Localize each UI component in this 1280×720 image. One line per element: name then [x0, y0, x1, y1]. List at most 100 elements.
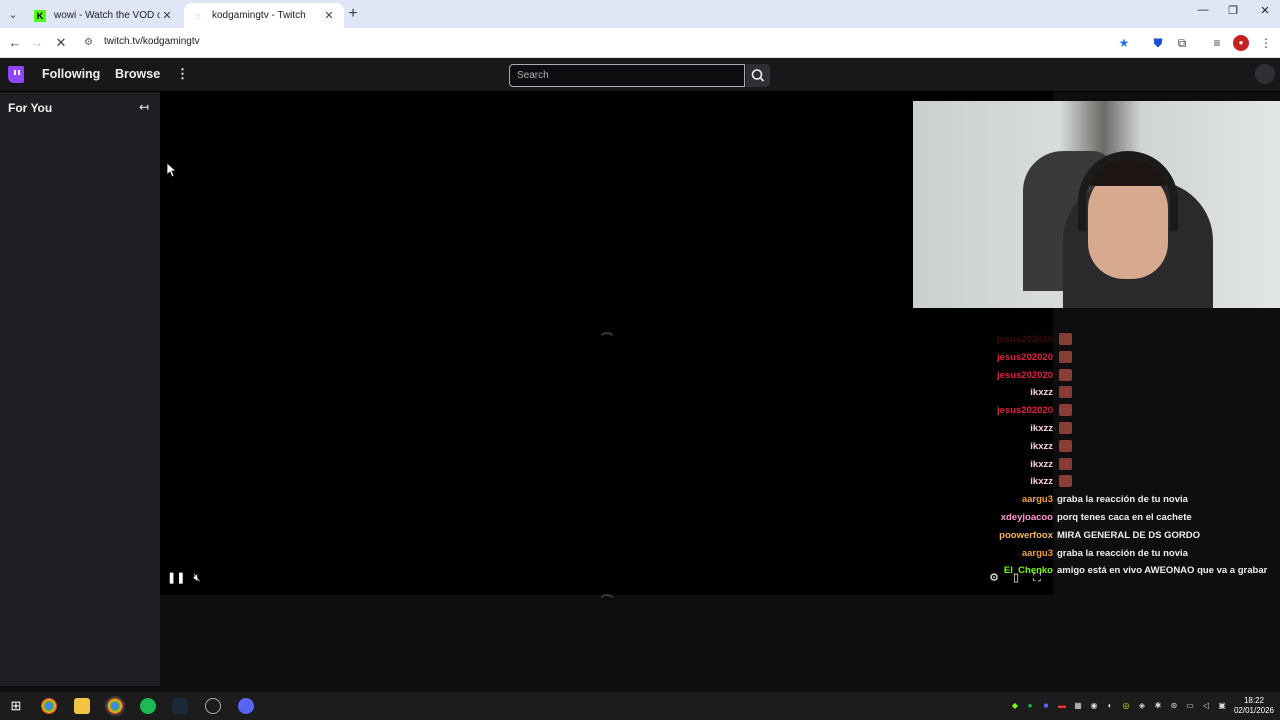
chat-username[interactable]: jesus202020 — [997, 334, 1053, 345]
nav-browse[interactable]: Browse — [115, 67, 160, 81]
chat-emote-icon — [1059, 333, 1072, 345]
tray-app-icon[interactable]: ✱ — [1153, 701, 1163, 711]
address-bar[interactable] — [80, 31, 1140, 55]
extensions-puzzle-icon[interactable]: ⧉ — [1174, 35, 1190, 51]
site-info-icon[interactable]: ⚙ — [84, 37, 93, 48]
search-icon — [751, 69, 765, 82]
chat-message: ikxzz — [940, 474, 1280, 490]
chat-emote-icon — [1059, 439, 1072, 452]
clock-date: 02/01/2026 — [1233, 706, 1275, 715]
stop-loading-icon[interactable]: ✕ — [52, 34, 70, 52]
more-options-icon[interactable]: ⋮ — [176, 66, 189, 82]
profile-avatar-icon[interactable]: ● — [1233, 35, 1249, 51]
chat-message-text: graba la reacción de tu novia — [1057, 494, 1188, 506]
windows-start-icon[interactable]: ⊞ — [8, 698, 24, 714]
close-window-icon[interactable]: ✕ — [1250, 4, 1280, 17]
chat-message: jesus202020 — [940, 350, 1280, 366]
tray-app-icon[interactable]: ⊛ — [1169, 701, 1179, 711]
webcam-overlay — [913, 101, 1280, 308]
collapse-sidebar-icon[interactable]: ↤ — [136, 100, 152, 114]
chat-emote-icon — [1059, 368, 1072, 381]
browser-menu-icon[interactable]: ⋮ — [1258, 35, 1274, 51]
chat-username[interactable]: poowerfoox — [999, 530, 1053, 541]
browser-toolbar: ← → ✕ ⚙ twitch.tv/kodgamingtv ★ ⛊ ⧉ ≡ ● … — [0, 28, 1280, 58]
chat-message-text: graba la reacción de tu novia — [1057, 547, 1188, 559]
tab-search-chevron-icon[interactable]: ⌄ — [4, 5, 22, 23]
chat-emote-icon — [1059, 457, 1072, 470]
chat-username[interactable]: jesus202020 — [997, 370, 1053, 381]
chrome-active-icon[interactable] — [105, 696, 125, 716]
tray-discord-icon[interactable]: ◉ — [1089, 701, 1099, 711]
user-avatar[interactable] — [1255, 64, 1275, 84]
chat-username[interactable]: ikxzz — [1030, 441, 1053, 452]
volume-icon[interactable]: ◁ — [1201, 701, 1211, 711]
notification-icon[interactable]: ▣ — [1217, 701, 1227, 711]
file-explorer-icon[interactable] — [74, 698, 90, 714]
theatre-mode-icon[interactable]: ▯ — [1008, 570, 1024, 586]
kick-favicon-icon: K — [34, 9, 46, 22]
windows-taskbar: ⊞ ◆ ● ■ ▬ ▦ ◉ ◐ ◎ ◈ ✱ ⊛ ▭ ◁ ▣ — [0, 692, 1280, 720]
chat-message-text: MIRA GENERAL DE DS GORDO — [1057, 529, 1201, 541]
chat-message: ikxzz — [940, 421, 1280, 437]
bookmark-star-icon[interactable]: ★ — [1116, 35, 1132, 51]
chat-emote-icon — [1059, 350, 1072, 363]
nav-following[interactable]: Following — [42, 67, 100, 81]
close-tab-icon[interactable]: ✕ — [160, 9, 174, 22]
settings-gear-icon[interactable]: ⚙ — [986, 570, 1002, 586]
tray-app-icon[interactable]: ◆ — [1010, 701, 1020, 711]
chat-message: aargu3 graba la reacción de tu novia — [940, 492, 1280, 508]
back-icon[interactable]: ← — [6, 34, 24, 52]
close-tab-icon[interactable]: ✕ — [322, 9, 336, 22]
taskbar-clock[interactable]: 18:22 02/01/2026 — [1232, 696, 1276, 716]
chat-message: ikxzz — [940, 457, 1280, 473]
search-button[interactable] — [746, 64, 770, 87]
sidebar-title: For You — [8, 101, 53, 115]
pause-icon[interactable]: ❚❚ — [167, 570, 185, 586]
chat-username[interactable]: ikxzz — [1030, 423, 1053, 434]
search-input[interactable] — [509, 64, 745, 87]
url-text[interactable]: twitch.tv/kodgamingtv — [104, 36, 200, 47]
forward-icon[interactable]: → — [28, 34, 46, 52]
network-icon[interactable]: ▭ — [1185, 701, 1195, 711]
minimize-icon[interactable]: — — [1188, 4, 1218, 16]
chat-message-text: porq tenes caca en el cachete — [1057, 512, 1192, 523]
obs-icon[interactable] — [205, 698, 221, 714]
browser-tab-bar: ⌄ K wowi - Watch the VOD on Kick ✕ ◌ kod… — [0, 0, 1280, 28]
chat-username[interactable]: ikxzz — [1030, 387, 1053, 398]
tray-steam-icon[interactable]: ◈ — [1137, 701, 1147, 711]
loading-spinner-icon — [598, 332, 616, 350]
mute-icon[interactable]: 🔇︎ — [189, 570, 205, 586]
chat-username[interactable]: ikxzz — [1030, 459, 1053, 470]
chat-username[interactable]: jesus202020 — [997, 405, 1053, 416]
chat-username[interactable]: xdeyjoacoo — [1001, 512, 1053, 523]
chat-message: xdeyjoacoo porq tenes caca en el cachete — [940, 510, 1280, 526]
twitch-logo-icon[interactable] — [8, 66, 24, 83]
chat-username[interactable]: aargu3 — [1022, 548, 1053, 559]
tray-app-icon[interactable]: ■ — [1041, 701, 1051, 711]
spotify-icon[interactable] — [140, 698, 156, 714]
fullscreen-icon[interactable]: ⛶ — [1029, 570, 1045, 586]
chat-username[interactable]: jesus202020 — [997, 352, 1053, 363]
steam-icon[interactable] — [172, 698, 188, 714]
maximize-icon[interactable]: ❐ — [1218, 4, 1248, 17]
shield-extension-icon[interactable]: ⛊ — [1150, 35, 1166, 51]
browser-tab-twitch[interactable]: ◌ kodgamingtv - Twitch ✕ — [184, 3, 344, 28]
mouse-cursor-icon — [167, 163, 177, 178]
chat-message: jesus202020 — [940, 403, 1280, 419]
browser-tab-kick[interactable]: K wowi - Watch the VOD on Kick ✕ — [26, 3, 182, 28]
tray-app-icon[interactable]: ▦ — [1073, 701, 1083, 711]
chrome-icon[interactable] — [41, 698, 57, 714]
new-tab-button[interactable]: + — [346, 5, 360, 23]
tray-spotify-icon[interactable]: ● — [1025, 701, 1035, 711]
discord-icon[interactable] — [238, 698, 254, 714]
loading-favicon-icon: ◌ — [195, 10, 201, 21]
chat-emote-icon — [1059, 475, 1072, 488]
tray-app-icon[interactable]: ◐ — [1105, 701, 1115, 711]
chat-username[interactable]: aargu3 — [1022, 494, 1053, 505]
chat-message: aargu3 graba la reacción de tu novia — [940, 546, 1280, 562]
clock-time: 18:22 — [1243, 696, 1265, 705]
media-control-icon[interactable]: ≡ — [1209, 35, 1225, 51]
chat-username[interactable]: ikxzz — [1030, 476, 1053, 487]
tray-app-icon[interactable]: ◎ — [1121, 701, 1131, 711]
tray-app-icon[interactable]: ▬ — [1057, 701, 1067, 711]
